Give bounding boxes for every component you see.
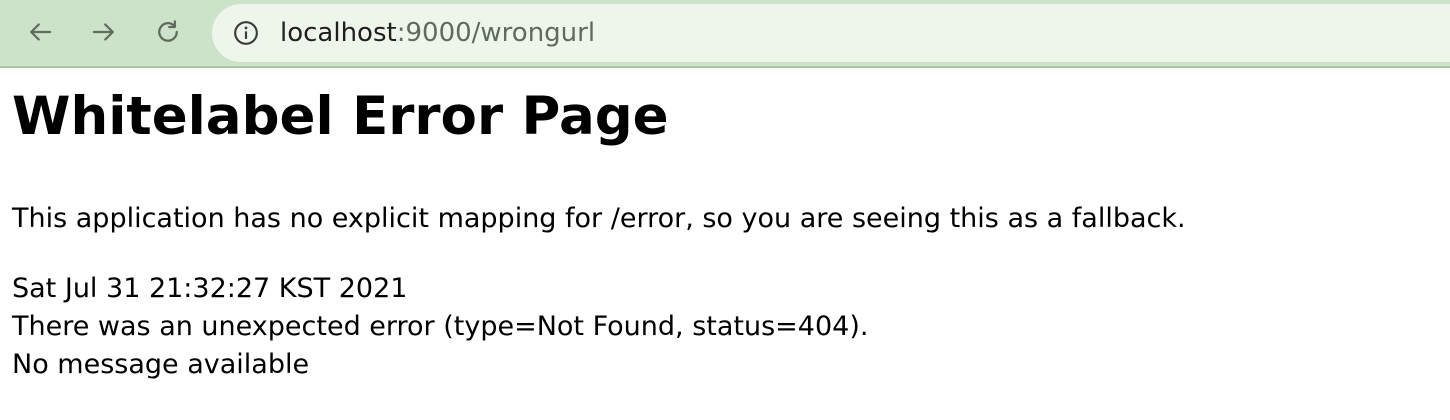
reload-icon [158, 20, 178, 42]
url-text[interactable]: localhost:9000/wrongurl [280, 16, 595, 50]
error-message: No message available [12, 349, 310, 380]
back-button[interactable] [20, 12, 60, 52]
page-content: Whitelabel Error Page This application h… [12, 80, 1432, 384]
page-title: Whitelabel Error Page [12, 86, 669, 147]
error-description: This application has no explicit mapping… [12, 203, 1186, 234]
error-details: Sat Jul 31 21:32:27 KST 2021 There was a… [12, 270, 1432, 384]
url-host: localhost [280, 18, 397, 48]
forward-button[interactable] [84, 12, 124, 52]
info-icon[interactable] [233, 20, 259, 46]
address-bar[interactable]: localhost:9000/wrongurl [212, 4, 1450, 62]
browser-toolbar: localhost:9000/wrongurl [0, 0, 1450, 68]
error-status-line: There was an unexpected error (type=Not … [12, 311, 869, 342]
reload-button[interactable] [148, 12, 188, 52]
arrow-right-icon [92, 23, 114, 41]
arrow-left-icon [30, 23, 52, 41]
error-timestamp: Sat Jul 31 21:32:27 KST 2021 [12, 273, 408, 304]
url-path: :9000/wrongurl [396, 18, 596, 48]
